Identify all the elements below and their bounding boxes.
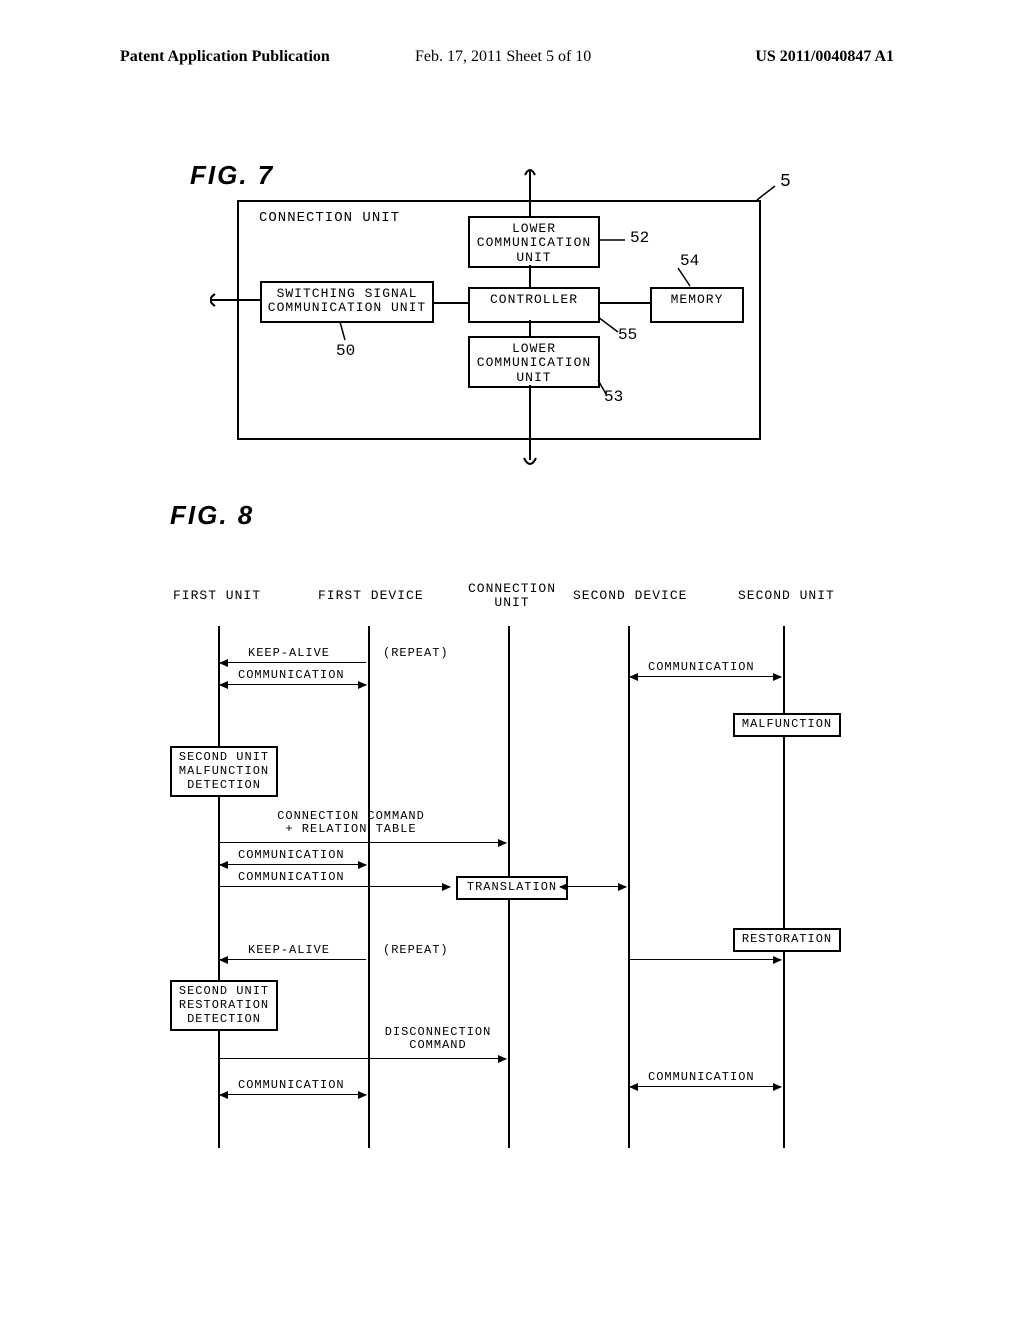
head-first-device: FIRST DEVICE [318,588,424,603]
fig8-sequence: FIRST UNIT FIRST DEVICE CONNECTIONUNIT S… [178,588,858,1148]
arrow-comm-l4 [220,1094,366,1095]
ref-53: 53 [604,388,623,406]
arrow-disc-cmd [220,1058,506,1059]
header-center: Feb. 17, 2011 Sheet 5 of 10 [415,48,591,66]
header-left: Patent Application Publication [120,48,330,66]
msg-disc-cmd: DISCONNECTIONCOMMAND [373,1026,503,1052]
ref-5: 5 [780,172,791,192]
head-first-unit: FIRST UNIT [173,588,261,603]
msg-comm-r4: COMMUNICATION [648,1070,755,1084]
arrow-translation-right [560,886,626,887]
ref-52: 52 [630,229,649,247]
msg-keepalive-1: KEEP-ALIVE [248,646,330,660]
arrow-restoration-right [630,959,781,960]
lifeline-first-device [368,626,370,1148]
ref-55: 55 [618,326,637,344]
arrow-comm-l2 [220,864,366,865]
msg-conn-cmd: CONNECTION COMMAND+ RELATION TABLE [236,810,466,836]
lifeline-first-unit [218,626,220,1148]
head-connection-unit: CONNECTIONUNIT [468,582,556,611]
msg-repeat-2: (REPEAT) [383,943,449,957]
box-translation: TRANSLATION [456,876,568,900]
msg-comm-l3: COMMUNICATION [238,870,345,884]
lifeline-second-device [628,626,630,1148]
msg-repeat-1: (REPEAT) [383,646,449,660]
msg-keepalive-2: KEEP-ALIVE [248,943,330,957]
msg-comm-l4: COMMUNICATION [238,1078,345,1092]
msg-comm-l1: COMMUNICATION [238,668,345,682]
lifeline-second-unit [783,626,785,1148]
arrow-keepalive-1 [220,662,366,663]
header-right: US 2011/0040847 A1 [755,48,894,66]
box-malfunction: MALFUNCTION [733,713,841,737]
ref-50: 50 [336,342,355,360]
fig8-label: FIG. 8 [170,500,254,531]
fig7-wires [210,160,790,480]
box-restoration: RESTORATION [733,928,841,952]
arrow-comm-l1 [220,684,366,685]
box-malfunction-detection: SECOND UNITMALFUNCTIONDETECTION [170,746,278,797]
head-second-device: SECOND DEVICE [573,588,687,603]
head-second-unit: SECOND UNIT [738,588,835,603]
arrow-comm-l3-r [220,886,450,887]
arrow-comm-r1 [630,676,781,677]
ref-54: 54 [680,252,699,270]
arrow-conn-cmd [220,842,506,843]
arrow-keepalive-2 [220,959,366,960]
msg-comm-r1: COMMUNICATION [648,660,755,674]
arrow-comm-r4 [630,1086,781,1087]
msg-comm-l2: COMMUNICATION [238,848,345,862]
box-restoration-detection: SECOND UNITRESTORATIONDETECTION [170,980,278,1031]
